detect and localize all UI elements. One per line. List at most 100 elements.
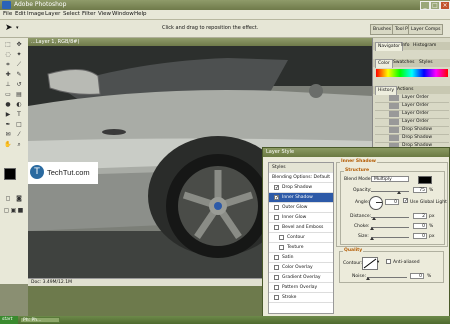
taskbar-item-photoshop[interactable]: Ph: Ph... — [20, 317, 60, 323]
tool-preset-dropdown[interactable]: ▾ — [16, 25, 19, 31]
bevel-emboss-checkbox[interactable] — [274, 225, 279, 230]
choke-slider-knob[interactable] — [370, 227, 374, 230]
tab-info[interactable]: Info — [399, 42, 412, 50]
maximize-button[interactable]: □ — [430, 1, 440, 10]
opacity-slider-knob[interactable] — [397, 191, 401, 194]
style-item-outer-glow[interactable]: Outer Glow — [269, 203, 333, 213]
menu-edit[interactable]: Edit — [15, 11, 26, 17]
close-button[interactable]: × — [440, 1, 450, 10]
menu-image[interactable]: Image — [27, 11, 44, 17]
quick-mask-icon[interactable]: ◙ — [14, 194, 24, 203]
global-light-checkbox[interactable]: ✓ — [403, 198, 408, 204]
tab-brushes[interactable]: Brushes — [370, 24, 395, 35]
style-item-color-overlay[interactable]: Color Overlay — [269, 263, 333, 273]
distance-input[interactable]: 2 — [413, 213, 427, 219]
style-item-inner-shadow[interactable]: ✓ Inner Shadow — [269, 193, 333, 203]
opacity-input[interactable]: 75 — [413, 187, 427, 193]
texture-checkbox[interactable] — [279, 245, 284, 250]
size-slider[interactable] — [371, 237, 409, 238]
blending-options-item[interactable]: Blending Options: Default — [269, 173, 333, 183]
style-item-bevel-emboss[interactable]: Bevel and Emboss — [269, 223, 333, 233]
pattern-overlay-checkbox[interactable] — [274, 285, 279, 290]
lasso-tool-icon[interactable]: ◌ — [3, 50, 13, 59]
start-button[interactable]: start — [0, 316, 18, 324]
contour-checkbox[interactable] — [279, 235, 284, 240]
move-tool-icon[interactable]: ✥ — [14, 40, 24, 49]
crop-tool-icon[interactable]: ⌗ — [3, 60, 13, 69]
dodge-tool-icon[interactable]: ◐ — [14, 100, 24, 109]
tab-layer-comps[interactable]: Layer Comps — [408, 24, 444, 35]
stamp-tool-icon[interactable]: ⊥ — [3, 80, 13, 89]
style-item-contour[interactable]: Contour — [269, 233, 333, 243]
brush-tool-icon[interactable]: ✎ — [14, 70, 24, 79]
style-item-gradient-overlay[interactable]: Gradient Overlay — [269, 273, 333, 283]
distance-slider-knob[interactable] — [372, 217, 376, 220]
color-spectrum[interactable] — [376, 69, 448, 77]
noise-slider[interactable] — [367, 277, 407, 278]
slice-tool-icon[interactable]: ⟋ — [14, 60, 24, 69]
angle-input[interactable]: 0 — [385, 199, 399, 205]
noise-slider-knob[interactable] — [366, 277, 370, 280]
contour-picker[interactable] — [362, 257, 378, 270]
pen-tool-icon[interactable]: ✒ — [3, 120, 13, 129]
menu-view[interactable]: View — [98, 11, 111, 17]
screen-mode-3-icon[interactable]: ■ — [17, 206, 24, 215]
contour-dropdown-icon[interactable]: ▾ — [377, 260, 379, 265]
style-item-drop-shadow[interactable]: ✓ Drop Shadow — [269, 183, 333, 193]
menu-help[interactable]: Help — [134, 11, 147, 17]
healing-brush-icon[interactable]: ✚ — [3, 70, 13, 79]
menu-layer[interactable]: Layer — [45, 11, 60, 17]
antialiased-checkbox[interactable] — [386, 259, 391, 264]
size-input[interactable]: 0 — [413, 233, 427, 239]
gradient-tool-icon[interactable]: ▤ — [14, 90, 24, 99]
screen-mode-2-icon[interactable]: ▣ — [10, 206, 17, 215]
menu-select[interactable]: Select — [63, 11, 80, 17]
outer-glow-checkbox[interactable] — [274, 205, 279, 210]
styles-header[interactable]: Styles — [269, 163, 333, 173]
tab-histogram[interactable]: Histogram — [411, 42, 438, 50]
stroke-checkbox[interactable] — [274, 295, 279, 300]
shape-tool-icon[interactable]: □ — [14, 120, 24, 129]
notes-tool-icon[interactable]: ✉ — [3, 130, 13, 139]
eyedropper-tool-icon[interactable]: ⁄ — [14, 130, 24, 139]
style-item-inner-glow[interactable]: Inner Glow — [269, 213, 333, 223]
menu-file[interactable]: File — [3, 11, 12, 17]
style-item-stroke[interactable]: Stroke — [269, 293, 333, 303]
zoom-tool-icon[interactable]: ⌕ — [14, 140, 24, 149]
marquee-tool-icon[interactable]: ⬚ — [3, 40, 13, 49]
style-item-pattern-overlay[interactable]: Pattern Overlay — [269, 283, 333, 293]
standard-mode-icon[interactable]: ◻ — [3, 194, 13, 203]
type-tool-icon[interactable]: T — [14, 110, 24, 119]
choke-slider[interactable] — [371, 227, 409, 228]
choke-input[interactable]: 0 — [413, 223, 427, 229]
tab-styles[interactable]: Styles — [417, 59, 435, 67]
size-slider-knob[interactable] — [370, 237, 374, 240]
satin-checkbox[interactable] — [274, 255, 279, 260]
inner-glow-checkbox[interactable] — [274, 215, 279, 220]
style-item-satin[interactable]: Satin — [269, 253, 333, 263]
angle-dial[interactable] — [369, 196, 383, 210]
gradient-overlay-checkbox[interactable] — [274, 275, 279, 280]
style-item-texture[interactable]: Texture — [269, 243, 333, 253]
tab-actions[interactable]: Actions — [395, 86, 415, 94]
menu-filter[interactable]: Filter — [82, 11, 96, 17]
history-brush-icon[interactable]: ↺ — [14, 80, 24, 89]
distance-slider[interactable] — [371, 217, 409, 218]
move-tool-icon[interactable]: ➤ — [5, 23, 13, 33]
menu-window[interactable]: Window — [112, 11, 134, 17]
path-select-icon[interactable]: ▶ — [3, 110, 13, 119]
shadow-color-swatch[interactable] — [418, 176, 432, 184]
inner-shadow-checkbox[interactable]: ✓ — [274, 195, 279, 201]
blend-mode-select[interactable]: Multiply — [371, 176, 409, 182]
hand-tool-icon[interactable]: ✋ — [3, 140, 13, 149]
magic-wand-icon[interactable]: ✦ — [14, 50, 24, 59]
minimize-button[interactable]: _ — [420, 1, 430, 10]
opacity-slider[interactable] — [371, 191, 409, 192]
drop-shadow-checkbox[interactable]: ✓ — [274, 185, 279, 191]
color-overlay-checkbox[interactable] — [274, 265, 279, 270]
eraser-tool-icon[interactable]: ▭ — [3, 90, 13, 99]
foreground-color-swatch[interactable] — [4, 168, 16, 180]
screen-mode-1-icon[interactable]: ▢ — [3, 206, 10, 215]
blur-tool-icon[interactable]: ● — [3, 100, 13, 109]
tab-swatches[interactable]: Swatches — [391, 59, 417, 67]
